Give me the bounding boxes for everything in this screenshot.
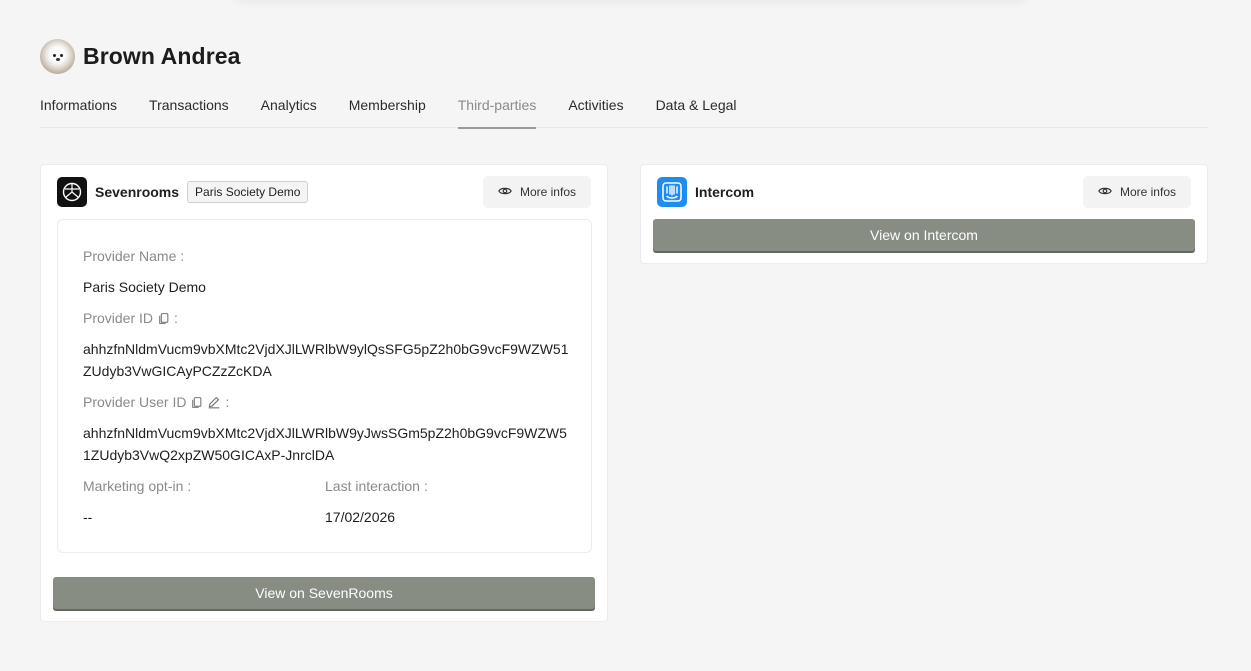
last-interaction-label: Last interaction: bbox=[325, 478, 428, 494]
sevenrooms-more-infos-button[interactable]: More infos bbox=[482, 176, 591, 208]
tab-informations[interactable]: Informations bbox=[40, 96, 117, 128]
tab-transactions[interactable]: Transactions bbox=[149, 96, 229, 128]
tab-activities[interactable]: Activities bbox=[568, 96, 623, 128]
view-on-sevenrooms-button[interactable]: View on SevenRooms bbox=[53, 577, 595, 609]
view-on-intercom-button[interactable]: View on Intercom bbox=[653, 219, 1195, 251]
edit-pencil-icon[interactable] bbox=[207, 395, 221, 409]
provider-name-label: Provider Name: bbox=[83, 248, 185, 264]
copy-icon[interactable] bbox=[190, 396, 203, 409]
more-infos-label: More infos bbox=[1119, 185, 1176, 199]
tab-analytics[interactable]: Analytics bbox=[261, 96, 317, 128]
venue-tag: Paris Society Demo bbox=[187, 181, 309, 203]
profile-header: Brown Andrea bbox=[40, 39, 241, 74]
eye-icon bbox=[498, 184, 512, 201]
intercom-card: Intercom More infos View on Intercom bbox=[640, 164, 1208, 264]
provider-name-value: Paris Society Demo bbox=[83, 279, 206, 295]
sevenrooms-logo-icon bbox=[57, 177, 87, 207]
profile-tabs: Informations Transactions Analytics Memb… bbox=[40, 96, 1208, 129]
tab-third-parties[interactable]: Third-parties bbox=[457, 96, 536, 129]
sevenrooms-details: Provider Name: Paris Society Demo Provid… bbox=[57, 219, 592, 553]
provider-user-id-value: ahhzfnNldmVucm9vbXMtc2VjdXJlLWRlbW9yJwsS… bbox=[83, 425, 567, 463]
last-interaction-value: 17/02/2026 bbox=[325, 509, 396, 525]
tab-data-legal[interactable]: Data & Legal bbox=[656, 96, 737, 128]
page-title: Brown Andrea bbox=[83, 43, 241, 69]
sevenrooms-card-header: Sevenrooms Paris Society Demo bbox=[57, 177, 309, 207]
intercom-logo-icon bbox=[657, 177, 687, 207]
marketing-opt-in-value: -- bbox=[83, 509, 93, 525]
more-infos-label: More infos bbox=[519, 185, 576, 199]
intercom-title: Intercom bbox=[695, 184, 755, 200]
intercom-card-header: Intercom bbox=[657, 177, 754, 207]
sevenrooms-title: Sevenrooms bbox=[95, 184, 180, 200]
sevenrooms-card: Sevenrooms Paris Society Demo More infos… bbox=[40, 164, 608, 622]
provider-id-value: ahhzfnNldmVucm9vbXMtc2VjdXJlLWRlbW9ylQsS… bbox=[83, 341, 569, 379]
eye-icon bbox=[1098, 184, 1112, 201]
marketing-opt-in-label: Marketing opt-in: bbox=[83, 478, 192, 494]
tab-membership[interactable]: Membership bbox=[349, 96, 426, 128]
copy-icon[interactable] bbox=[157, 312, 170, 325]
provider-id-label: Provider ID : bbox=[83, 310, 178, 326]
intercom-more-infos-button[interactable]: More infos bbox=[1082, 176, 1191, 208]
provider-user-id-label: Provider User ID : bbox=[83, 394, 230, 410]
avatar bbox=[40, 39, 75, 74]
